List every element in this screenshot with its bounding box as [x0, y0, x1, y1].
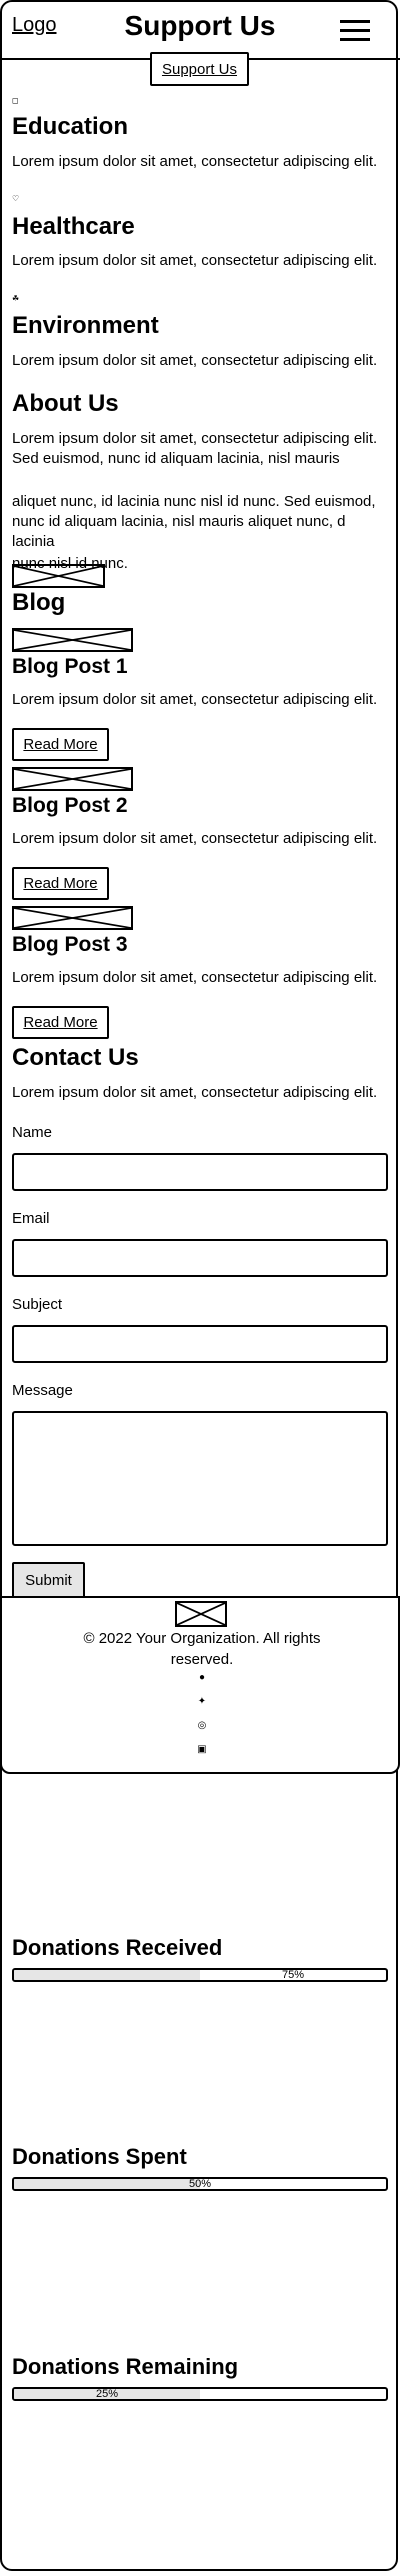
progress-label: 75%	[281, 1969, 305, 1981]
blog-post-2-text: Lorem ipsum dolor sit amet, consectetur …	[12, 830, 378, 847]
healthcare-text: Lorem ipsum dolor sit amet, consectetur …	[12, 252, 378, 269]
blog-post-3-text: Lorem ipsum dolor sit amet, consectetur …	[12, 969, 378, 986]
donations-remaining-progress: 25%	[12, 2387, 388, 2401]
read-more-button[interactable]: Read More	[12, 1006, 109, 1039]
twitter-icon[interactable]: ✦	[2, 1696, 400, 1707]
copyright-text: © 2022 Your Organization. All rights res…	[83, 1630, 321, 1668]
blog-post-1-title: Blog Post 1	[12, 655, 128, 678]
name-label: Name	[12, 1124, 53, 1141]
progress-fill	[14, 2179, 200, 2189]
footer-logo-placeholder	[175, 1601, 227, 1627]
blog-post-2-title: Blog Post 2	[12, 794, 128, 817]
leaf-icon: ☘	[12, 294, 20, 303]
header: Logo Support Us	[0, 0, 400, 60]
message-label: Message	[12, 1382, 73, 1399]
environment-title: Environment	[12, 312, 159, 339]
blog-image-placeholder	[12, 628, 133, 652]
contact-text: Lorem ipsum dolor sit amet, consectetur …	[12, 1084, 378, 1101]
donations-spent-title: Donations Spent	[12, 2144, 187, 2169]
donations-remaining-title: Donations Remaining	[12, 2354, 239, 2379]
message-field[interactable]	[12, 1411, 388, 1546]
about-title: About Us	[12, 390, 119, 417]
education-text: Lorem ipsum dolor sit amet, consectetur …	[12, 153, 378, 170]
progress-fill	[14, 1970, 200, 1980]
blog-title: Blog	[12, 589, 66, 616]
progress-label: 50%	[188, 2178, 212, 2190]
read-more-button[interactable]: Read More	[12, 728, 109, 761]
healthcare-title: Healthcare	[12, 213, 135, 240]
submit-button[interactable]: Submit	[12, 1562, 85, 1599]
footer: © 2022 Your Organization. All rights res…	[0, 1596, 400, 1774]
hamburger-menu-icon[interactable]	[340, 20, 370, 41]
read-more-button[interactable]: Read More	[12, 867, 109, 900]
blog-image-placeholder	[12, 767, 133, 791]
email-field[interactable]	[12, 1239, 388, 1277]
about-image-placeholder	[12, 564, 105, 588]
facebook-icon[interactable]: ●	[2, 1672, 400, 1683]
donations-received-title: Donations Received	[12, 1935, 223, 1960]
progress-label: 25%	[95, 2388, 119, 2400]
book-icon: ◻	[12, 96, 19, 105]
subject-field[interactable]	[12, 1325, 388, 1363]
blog-post-1-text: Lorem ipsum dolor sit amet, consectetur …	[12, 691, 378, 708]
contact-title: Contact Us	[12, 1044, 139, 1071]
linkedin-icon[interactable]: ▣	[2, 1744, 400, 1755]
about-text-2: aliquet nunc, id lacinia nunc nisl id nu…	[12, 493, 376, 550]
subject-label: Subject	[12, 1296, 63, 1313]
education-title: Education	[12, 113, 129, 140]
environment-text: Lorem ipsum dolor sit amet, consectetur …	[12, 352, 378, 369]
email-label: Email	[12, 1210, 50, 1227]
instagram-icon[interactable]: ◎	[2, 1720, 400, 1731]
about-text-1: Lorem ipsum dolor sit amet, consectetur …	[12, 430, 378, 467]
donations-received-progress: 75%	[12, 1968, 388, 1982]
name-field[interactable]	[12, 1153, 388, 1191]
blog-image-placeholder	[12, 906, 133, 930]
blog-post-3-title: Blog Post 3	[12, 933, 128, 956]
heart-icon: ♡	[12, 194, 20, 203]
support-us-button[interactable]: Support Us	[150, 52, 249, 86]
donations-spent-progress: 50%	[12, 2177, 388, 2191]
